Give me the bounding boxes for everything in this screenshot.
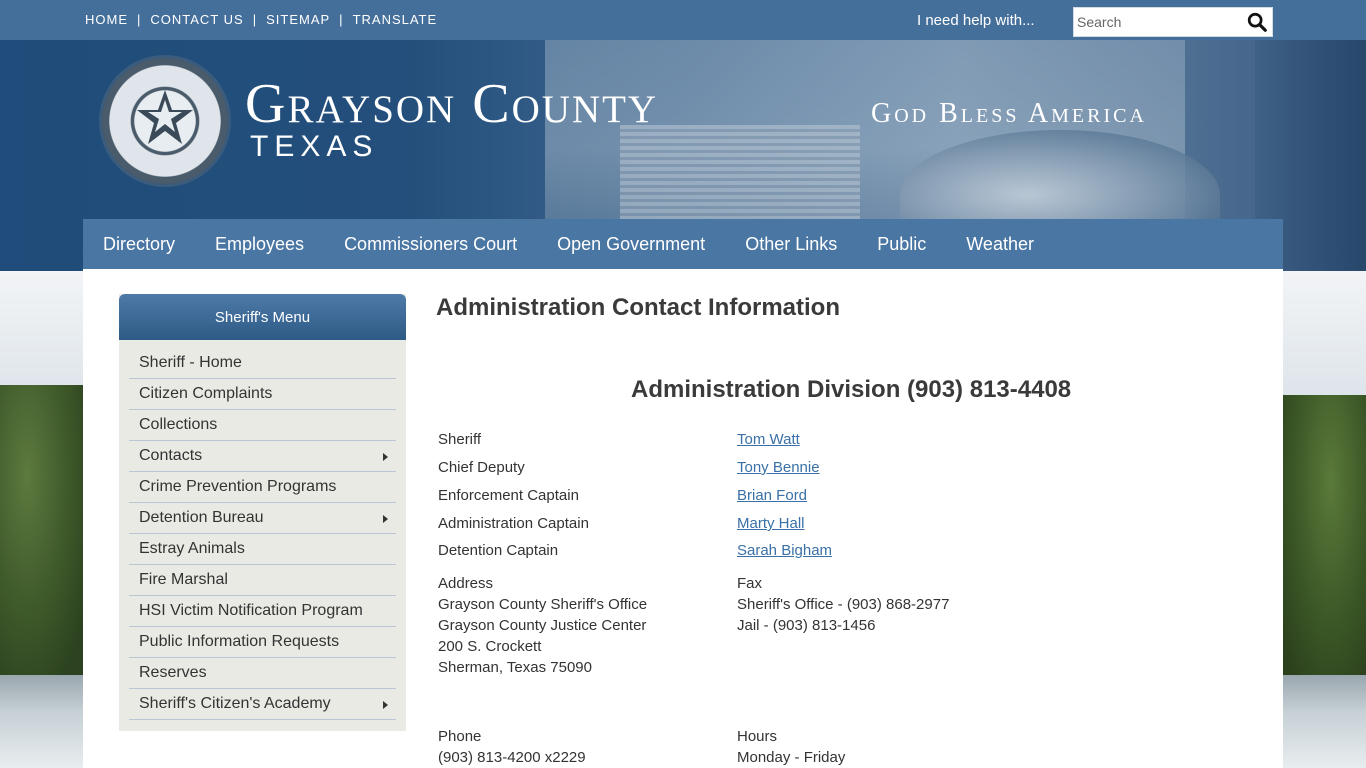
submenu-arrow-icon (383, 515, 388, 523)
address-line: 200 S. Crockett (438, 638, 542, 655)
contact-row: Sheriff Tom Watt (438, 431, 1138, 451)
help-dropdown-label[interactable]: I need help with... (917, 12, 1035, 29)
sidebar-item-label: Contacts (139, 447, 203, 464)
division-heading: Administration Division (903) 813-4408 (631, 376, 1072, 403)
page-title: Administration Contact Information (436, 294, 840, 321)
home-link[interactable]: HOME (85, 12, 128, 27)
fax-line: Sheriff's Office - (903) 868-2977 (737, 596, 950, 613)
sidebar-item-crime-prevention[interactable]: Crime Prevention Programs (129, 472, 396, 503)
courthouse-stairs (620, 125, 860, 220)
sidebar-item-citizen-complaints[interactable]: Citizen Complaints (129, 379, 396, 410)
sidebar-item-label: Reserves (139, 664, 207, 681)
nav-public[interactable]: Public (877, 234, 926, 255)
sidebar-item-detention-bureau[interactable]: Detention Bureau (129, 503, 396, 534)
contact-row: Administration Captain Marty Hall (438, 515, 1138, 535)
nav-employees[interactable]: Employees (215, 234, 304, 255)
hours-label: Hours (737, 728, 778, 745)
nav-directory[interactable]: Directory (103, 234, 175, 255)
contact-row: Detention Captain Sarah Bigham (438, 542, 1138, 562)
county-seal-logo[interactable] (102, 58, 228, 184)
sidebar-item-public-information-requests[interactable]: Public Information Requests (129, 627, 396, 658)
site-title[interactable]: Grayson County (245, 76, 658, 132)
submenu-arrow-icon (383, 453, 388, 461)
submenu-arrow-icon (383, 701, 388, 709)
sidebar-item-label: Estray Animals (139, 540, 245, 557)
sidebar-item-label: Sheriff's Citizen's Academy (139, 695, 331, 712)
fax-block: Fax Sheriff's Office - (903) 868-2977 Ja… (737, 573, 949, 636)
address-line: Sherman, Texas 75090 (438, 659, 592, 676)
sidebar-item-estray-animals[interactable]: Estray Animals (129, 534, 396, 565)
sidebar-item-label: Public Information Requests (139, 633, 340, 650)
sidebar-item-label: Citizen Complaints (139, 385, 273, 402)
address-block: Address Grayson County Sheriff's Office … (438, 573, 647, 678)
site-subtitle: TEXAS (250, 130, 379, 163)
sidebar-item-collections[interactable]: Collections (129, 410, 396, 441)
main-nav: Directory Employees Commissioners Court … (83, 219, 1283, 269)
utility-nav: HOME | CONTACT US | SITEMAP | TRANSLATE (85, 12, 437, 27)
site-motto: God Bless America (871, 98, 1147, 129)
fax-line: Jail - (903) 813-1456 (737, 617, 876, 634)
sidebar-item-label: HSI Victim Notification Program (139, 602, 363, 619)
fax-label: Fax (737, 575, 763, 592)
contact-name-link[interactable]: Brian Ford (737, 487, 807, 504)
contact-role: Sheriff (438, 431, 482, 448)
sidebar-item-label: Crime Prevention Programs (139, 478, 337, 495)
top-utility-bar: HOME | CONTACT US | SITEMAP | TRANSLATE … (0, 0, 1366, 40)
separator: | (137, 12, 142, 27)
star-icon (137, 90, 193, 144)
sidebar-item-hsi-victim-notification[interactable]: HSI Victim Notification Program (129, 596, 396, 627)
contact-row: Enforcement Captain Brian Ford (438, 487, 1138, 507)
search-box (1073, 7, 1273, 37)
hours-line: Monday - Friday (737, 749, 846, 766)
background-trees-right (1278, 395, 1366, 685)
hours-block: Hours Monday - Friday (737, 726, 845, 768)
sidebar-item-fire-marshal[interactable]: Fire Marshal (129, 565, 396, 596)
contact-role: Administration Captain (438, 515, 589, 532)
contact-name-link[interactable]: Tom Watt (737, 431, 800, 448)
contact-role: Enforcement Captain (438, 487, 579, 504)
phone-block: Phone (903) 813-4200 x2229 (438, 726, 586, 768)
sidebar-item-label: Detention Bureau (139, 509, 264, 526)
nav-commissioners-court[interactable]: Commissioners Court (344, 234, 517, 255)
sidebar-item-citizens-academy[interactable]: Sheriff's Citizen's Academy (129, 689, 396, 720)
sidebar-item-label: Collections (139, 416, 218, 433)
phone-line: (903) 813-4200 x2229 (438, 749, 586, 766)
nav-other-links[interactable]: Other Links (745, 234, 837, 255)
sidebar-item-label: Sheriff - Home (139, 354, 242, 371)
nav-weather[interactable]: Weather (966, 234, 1034, 255)
sidebar-item-label: Fire Marshal (139, 571, 228, 588)
separator: | (252, 12, 258, 27)
contact-name-link[interactable]: Tony Bennie (737, 459, 820, 476)
sitemap-link[interactable]: SITEMAP (266, 12, 330, 27)
nav-open-government[interactable]: Open Government (557, 234, 705, 255)
phone-label: Phone (438, 728, 482, 745)
separator: | (339, 12, 344, 27)
translate-link[interactable]: TRANSLATE (353, 12, 438, 27)
search-icon[interactable] (1246, 11, 1268, 33)
address-label: Address (438, 575, 494, 592)
address-line: Grayson County Sheriff's Office (438, 596, 648, 613)
sidebar-item-reserves[interactable]: Reserves (129, 658, 396, 689)
contact-row: Chief Deputy Tony Bennie (438, 459, 1138, 479)
contact-name-link[interactable]: Sarah Bigham (737, 542, 832, 559)
sidebar-list: Sheriff - Home Citizen Complaints Collec… (119, 340, 406, 720)
sidebar-item-contacts[interactable]: Contacts (129, 441, 396, 472)
sidebar-title: Sheriff's Menu (119, 294, 406, 340)
contact-us-link[interactable]: CONTACT US (150, 12, 243, 27)
search-input[interactable] (1077, 12, 1247, 32)
contact-role: Chief Deputy (438, 459, 525, 476)
sidebar-item-sheriff-home[interactable]: Sheriff - Home (129, 348, 396, 379)
contact-name-link[interactable]: Marty Hall (737, 515, 805, 532)
sheriff-sidebar-menu: Sheriff's Menu Sheriff - Home Citizen Co… (119, 294, 406, 731)
contact-role: Detention Captain (438, 542, 559, 559)
background-trees-left (0, 385, 90, 685)
content-area: Sheriff's Menu Sheriff - Home Citizen Co… (83, 269, 1283, 768)
address-line: Grayson County Justice Center (438, 617, 647, 634)
